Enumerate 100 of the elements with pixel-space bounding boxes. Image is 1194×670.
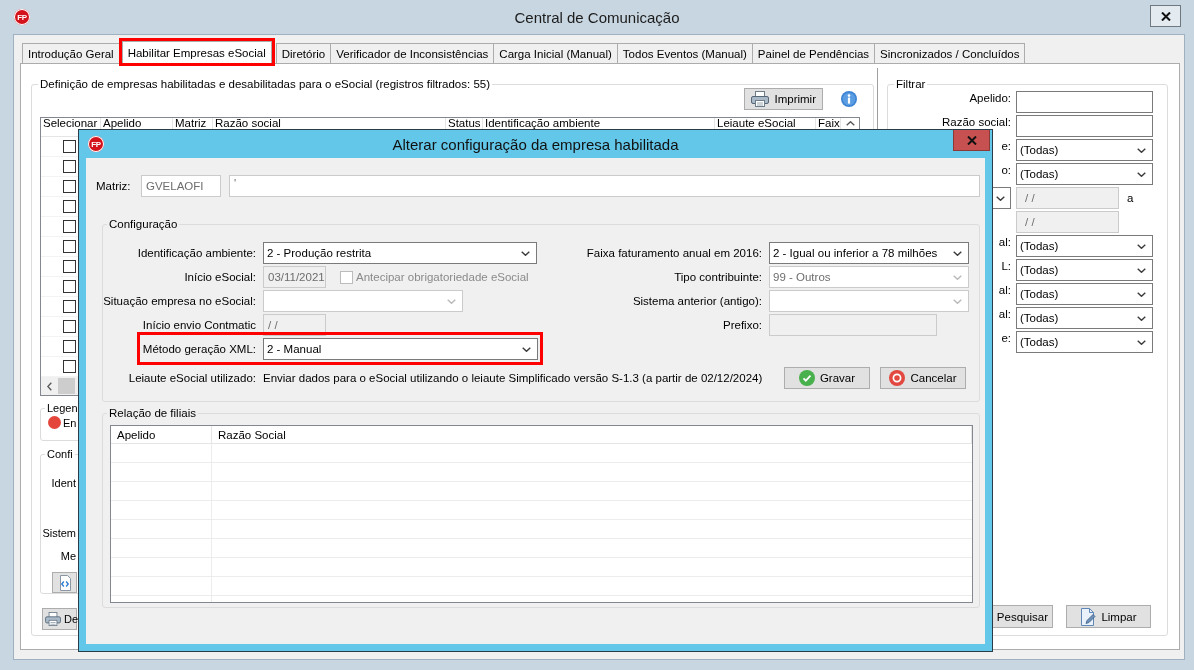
app-logo: FP [14,9,30,25]
checkbox[interactable] [63,220,76,233]
field-label: Razão social: [941,116,1011,129]
dropdown[interactable]: 2 - Igual ou inferior a 78 milhões [769,242,969,264]
print-button[interactable]: De [42,608,77,630]
dropdown[interactable]: 2 - Produção restrita [263,242,537,264]
tab[interactable]: Habilitar Empresas eSocial [121,41,272,63]
dropdown[interactable]: (Todas) [1016,307,1153,329]
chevron-up-icon [845,121,855,126]
column-header: Razão social [215,118,282,129]
field-label: Prefixo: [723,319,762,331]
chevron-down-icon [953,250,962,256]
checkbox[interactable] [63,300,76,313]
dropdown[interactable]: (Todas) [1016,331,1153,353]
column-header: Apelido [117,427,156,442]
app-logo: FP [88,136,104,152]
code-button[interactable] [52,572,77,593]
check-circle-icon [798,370,815,386]
cancel-button[interactable]: Cancelar [880,367,966,389]
group-title: Legen [46,402,79,415]
field-label: o: [1001,164,1011,177]
checkbox[interactable] [63,140,76,153]
dropdown[interactable]: (Todas) [1016,139,1153,161]
field-label: Ident [51,476,76,490]
group-title: Definição de empresas habilitadas e desabilitadas para o eSocial (registros filtrados: 55) [39,78,492,91]
group-title: Confi [46,448,74,461]
field-label: Me [60,549,76,563]
info-icon [841,91,857,107]
tab[interactable]: Diretório [275,43,332,63]
input-field[interactable] [1016,115,1153,137]
chevron-left-icon [47,381,52,391]
column-header: Status [448,118,482,129]
chevron-down-icon [1137,171,1146,177]
chevron-down-icon [1137,315,1146,321]
chevron-down-icon [447,298,456,304]
field-label: L: [1001,260,1011,273]
dropdown[interactable]: (Todas) [1016,163,1153,185]
dropdown[interactable] [993,187,1011,209]
field-label: Método geração XML: [142,342,256,355]
checkbox[interactable] [63,280,76,293]
checkbox[interactable] [63,360,76,373]
tab[interactable]: Todos Eventos (Manual) [616,43,753,63]
chevron-down-icon [521,250,530,256]
field-label: al: [998,308,1011,321]
chevron-down-icon [1137,243,1146,249]
range-separator: a [1127,192,1134,204]
field-label: al: [998,284,1011,297]
dropdown[interactable]: 2 - Manual [263,338,538,360]
group-title: Relação de filiais [108,407,197,420]
checkbox[interactable] [63,260,76,273]
column-header: Selecionar [43,118,99,129]
dropdown[interactable]: (Todas) [1016,235,1153,257]
chevron-down-icon [996,195,1005,201]
info-text: Enviar dados para o eSocial utilizando o leiaute Simplificado versão S-1.3 (a partir de 02/12/2024) [263,372,763,384]
chevron-down-icon [1137,267,1146,273]
document-pen-icon [1080,607,1097,626]
column-header: Faix [818,118,840,129]
chevron-down-icon [522,346,531,352]
checkbox[interactable] [63,240,76,253]
window-title: Central de Comunicação [514,8,680,26]
checkbox[interactable] [63,200,76,213]
dropdown[interactable]: (Todas) [1016,283,1153,305]
field-label: Sistema anterior (antigo): [632,295,762,307]
tab[interactable]: Carga Inicial (Manual) [493,43,618,63]
group-title: Configuração [108,218,179,231]
field-label: Início eSocial: [184,271,256,283]
field-label: Tipo contribuinte: [674,271,762,283]
dropdown[interactable]: (Todas) [1016,259,1153,281]
dialog-title: Alterar configuração da empresa habilitada [392,135,679,153]
field-label: Matriz: [96,180,132,192]
column-header: Matriz [175,118,208,129]
column-header: Identificação ambiente [485,118,602,129]
field-label: e: [1001,332,1011,345]
checkbox[interactable] [63,320,76,333]
close-icon [966,135,977,145]
chevron-down-icon [1137,339,1146,345]
field-label: Leiaute eSocial utilizado: [128,372,256,384]
tab[interactable]: Sincronizados / Concluídos [874,43,1026,63]
field-label: Início envio Contmatic [142,319,256,331]
print-button[interactable]: Imprimir [744,88,823,110]
field-label: al: [998,236,1011,249]
input-field[interactable] [1016,91,1153,113]
scrollbar-thumb[interactable] [58,378,75,394]
group-title: Filtrar [895,78,927,91]
checkbox[interactable] [63,340,76,353]
close-button[interactable] [1150,5,1181,27]
chevron-down-icon [953,274,962,280]
checkbox[interactable] [63,180,76,193]
search-button[interactable]: Pesquisar [991,605,1053,628]
close-icon [1160,11,1171,21]
printer-icon [751,91,770,107]
tab[interactable]: Introdução Geral [22,43,120,63]
column-header: Leiaute eSocial [717,118,797,129]
save-button[interactable]: Gravar [784,367,870,389]
field-label: Situação empresa no eSocial: [103,295,256,307]
column-header: Razão Social [218,427,286,442]
clear-button[interactable]: Limpar [1066,605,1151,628]
field-label: Faixa faturamento anual em 2016: [586,247,762,259]
checkbox[interactable] [63,160,76,173]
ring-icon [889,370,906,386]
